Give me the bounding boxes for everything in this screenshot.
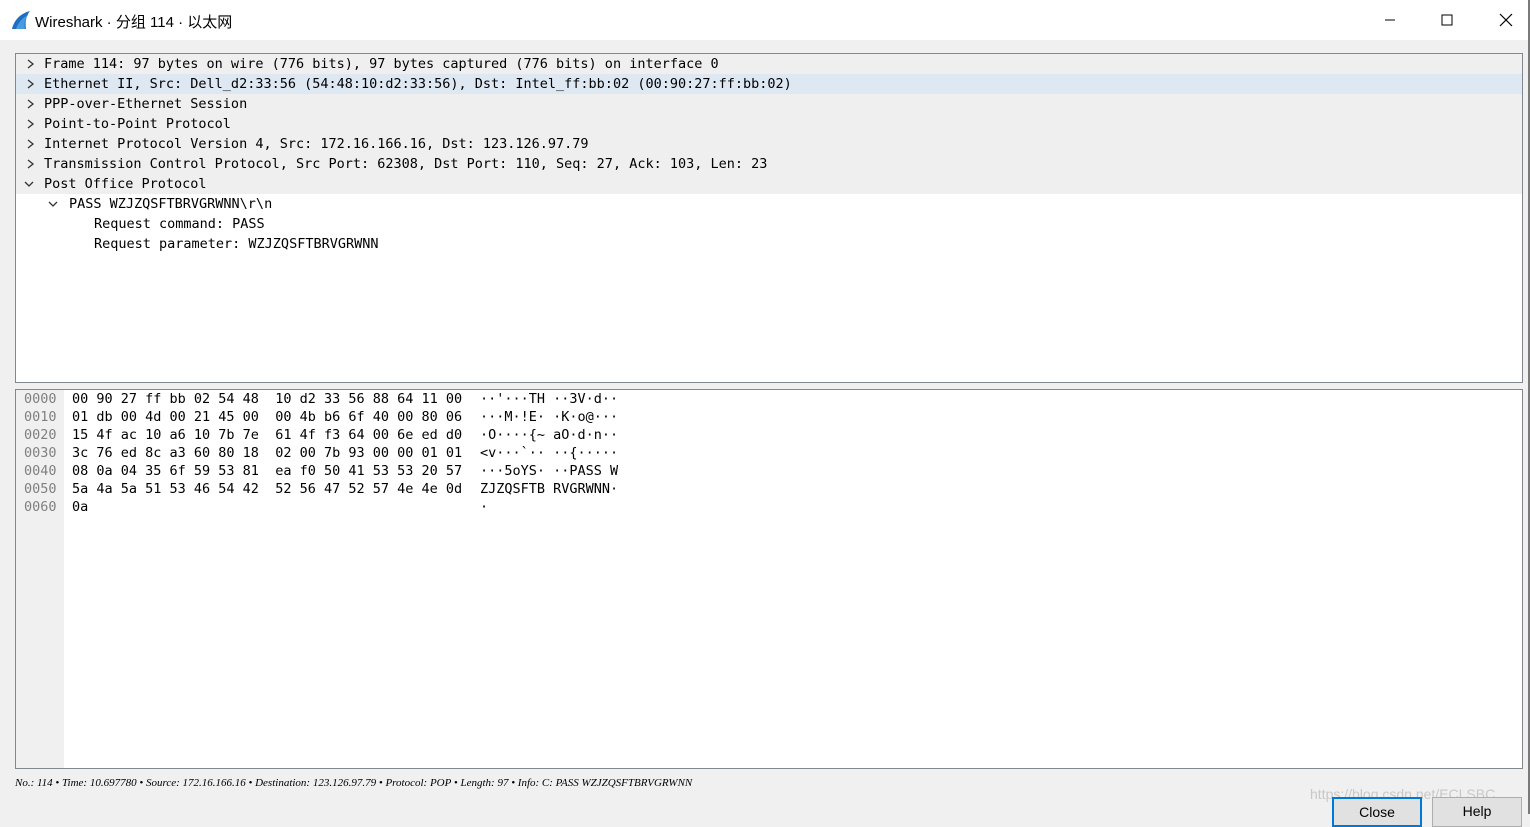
title-bar: Wireshark · 分组 114 · 以太网	[0, 0, 1530, 40]
close-button[interactable]: Close	[1332, 797, 1422, 827]
hex-ascii[interactable]: ···M·!E· ·K·o@···	[480, 408, 618, 426]
maximize-icon	[1441, 14, 1453, 26]
hex-ascii[interactable]: ·	[480, 498, 488, 516]
tree-row-label: Request parameter: WZJZQSFTBRVGRWNN	[94, 236, 379, 252]
window-title: Wireshark · 分组 114 · 以太网	[35, 14, 233, 31]
tree-row-frame[interactable]: Frame 114: 97 bytes on wire (776 bits), …	[16, 54, 1522, 74]
hex-offset: 0030	[24, 445, 57, 461]
tree-row-label: Transmission Control Protocol, Src Port:…	[44, 156, 768, 172]
close-window-button[interactable]	[1483, 0, 1529, 40]
hex-bytes[interactable]: 3c 76 ed 8c a3 60 80 18 02 00 7b 93 00 0…	[72, 444, 462, 462]
tree-row-label: Frame 114: 97 bytes on wire (776 bits), …	[44, 56, 719, 72]
chevron-right-icon[interactable]	[24, 134, 38, 154]
hex-bytes[interactable]: 5a 4a 5a 51 53 46 54 42 52 56 47 52 57 4…	[72, 480, 462, 498]
chevron-down-icon[interactable]	[22, 174, 36, 194]
minimize-icon	[1385, 19, 1395, 21]
tree-row-label: Internet Protocol Version 4, Src: 172.16…	[44, 136, 589, 152]
hex-bytes[interactable]: 01 db 00 4d 00 21 45 00 00 4b b6 6f 40 0…	[72, 408, 462, 426]
tree-row-ethernet[interactable]: Ethernet II, Src: Dell_d2:33:56 (54:48:1…	[16, 74, 1522, 94]
hex-offset: 0060	[24, 499, 57, 515]
tree-row-pppoe[interactable]: PPP-over-Ethernet Session	[16, 94, 1522, 114]
tree-row-pass[interactable]: PASS WZJZQSFTBRVGRWNN\r\n	[16, 194, 1522, 214]
hex-bytes[interactable]: 00 90 27 ff bb 02 54 48 10 d2 33 56 88 6…	[72, 390, 462, 408]
hex-ascii[interactable]: ·O····{~ aO·d·n··	[480, 426, 618, 444]
hex-ascii[interactable]: ZJZQSFTB RVGRWNN·	[480, 480, 618, 498]
tree-row-label: Point-to-Point Protocol	[44, 116, 231, 132]
chevron-right-icon[interactable]	[24, 94, 38, 114]
tree-row-label: Post Office Protocol	[44, 176, 207, 192]
chevron-right-icon[interactable]	[24, 74, 38, 94]
tree-row-label: PPP-over-Ethernet Session	[44, 96, 248, 112]
minimize-button[interactable]	[1367, 0, 1413, 40]
hex-ascii[interactable]: <v···`·· ··{·····	[480, 444, 618, 462]
chevron-right-icon[interactable]	[24, 114, 38, 134]
tree-row-label: Ethernet II, Src: Dell_d2:33:56 (54:48:1…	[44, 76, 792, 92]
tree-row-request-parameter[interactable]: Request parameter: WZJZQSFTBRVGRWNN	[16, 234, 1522, 254]
hex-bytes[interactable]: 08 0a 04 35 6f 59 53 81 ea f0 50 41 53 5…	[72, 462, 462, 480]
help-button[interactable]: Help	[1432, 797, 1522, 827]
hex-offset: 0010	[24, 409, 57, 425]
tree-row-label: Request command: PASS	[94, 216, 265, 232]
tree-row-pop[interactable]: Post Office Protocol	[16, 174, 1522, 194]
hex-offset: 0040	[24, 463, 57, 479]
hex-ascii[interactable]: ···5oYS· ··PASS W	[480, 462, 618, 480]
chevron-right-icon[interactable]	[24, 154, 38, 174]
packet-summary-status: No.: 114 • Time: 10.697780 • Source: 172…	[15, 777, 693, 789]
tree-row-ppp[interactable]: Point-to-Point Protocol	[16, 114, 1522, 134]
close-icon	[1499, 13, 1513, 27]
wireshark-fin-icon	[12, 11, 30, 29]
packet-bytes-pane[interactable]: 0000 00 90 27 ff bb 02 54 48 10 d2 33 56…	[15, 389, 1523, 769]
hex-offset: 0020	[24, 427, 57, 443]
tree-row-ipv4[interactable]: Internet Protocol Version 4, Src: 172.16…	[16, 134, 1522, 154]
hex-offset: 0050	[24, 481, 57, 497]
chevron-down-icon[interactable]	[46, 194, 60, 214]
tree-row-label: PASS WZJZQSFTBRVGRWNN\r\n	[69, 196, 273, 212]
chevron-right-icon[interactable]	[24, 54, 38, 74]
hex-offset: 0000	[24, 391, 57, 407]
packet-details-tree[interactable]: Frame 114: 97 bytes on wire (776 bits), …	[15, 53, 1523, 383]
maximize-button[interactable]	[1424, 0, 1470, 40]
tree-row-tcp[interactable]: Transmission Control Protocol, Src Port:…	[16, 154, 1522, 174]
hex-bytes[interactable]: 0a	[72, 498, 88, 516]
hex-bytes[interactable]: 15 4f ac 10 a6 10 7b 7e 61 4f f3 64 00 6…	[72, 426, 462, 444]
tree-row-request-command[interactable]: Request command: PASS	[16, 214, 1522, 234]
hex-ascii[interactable]: ··'···TH ··3V·d··	[480, 390, 618, 408]
